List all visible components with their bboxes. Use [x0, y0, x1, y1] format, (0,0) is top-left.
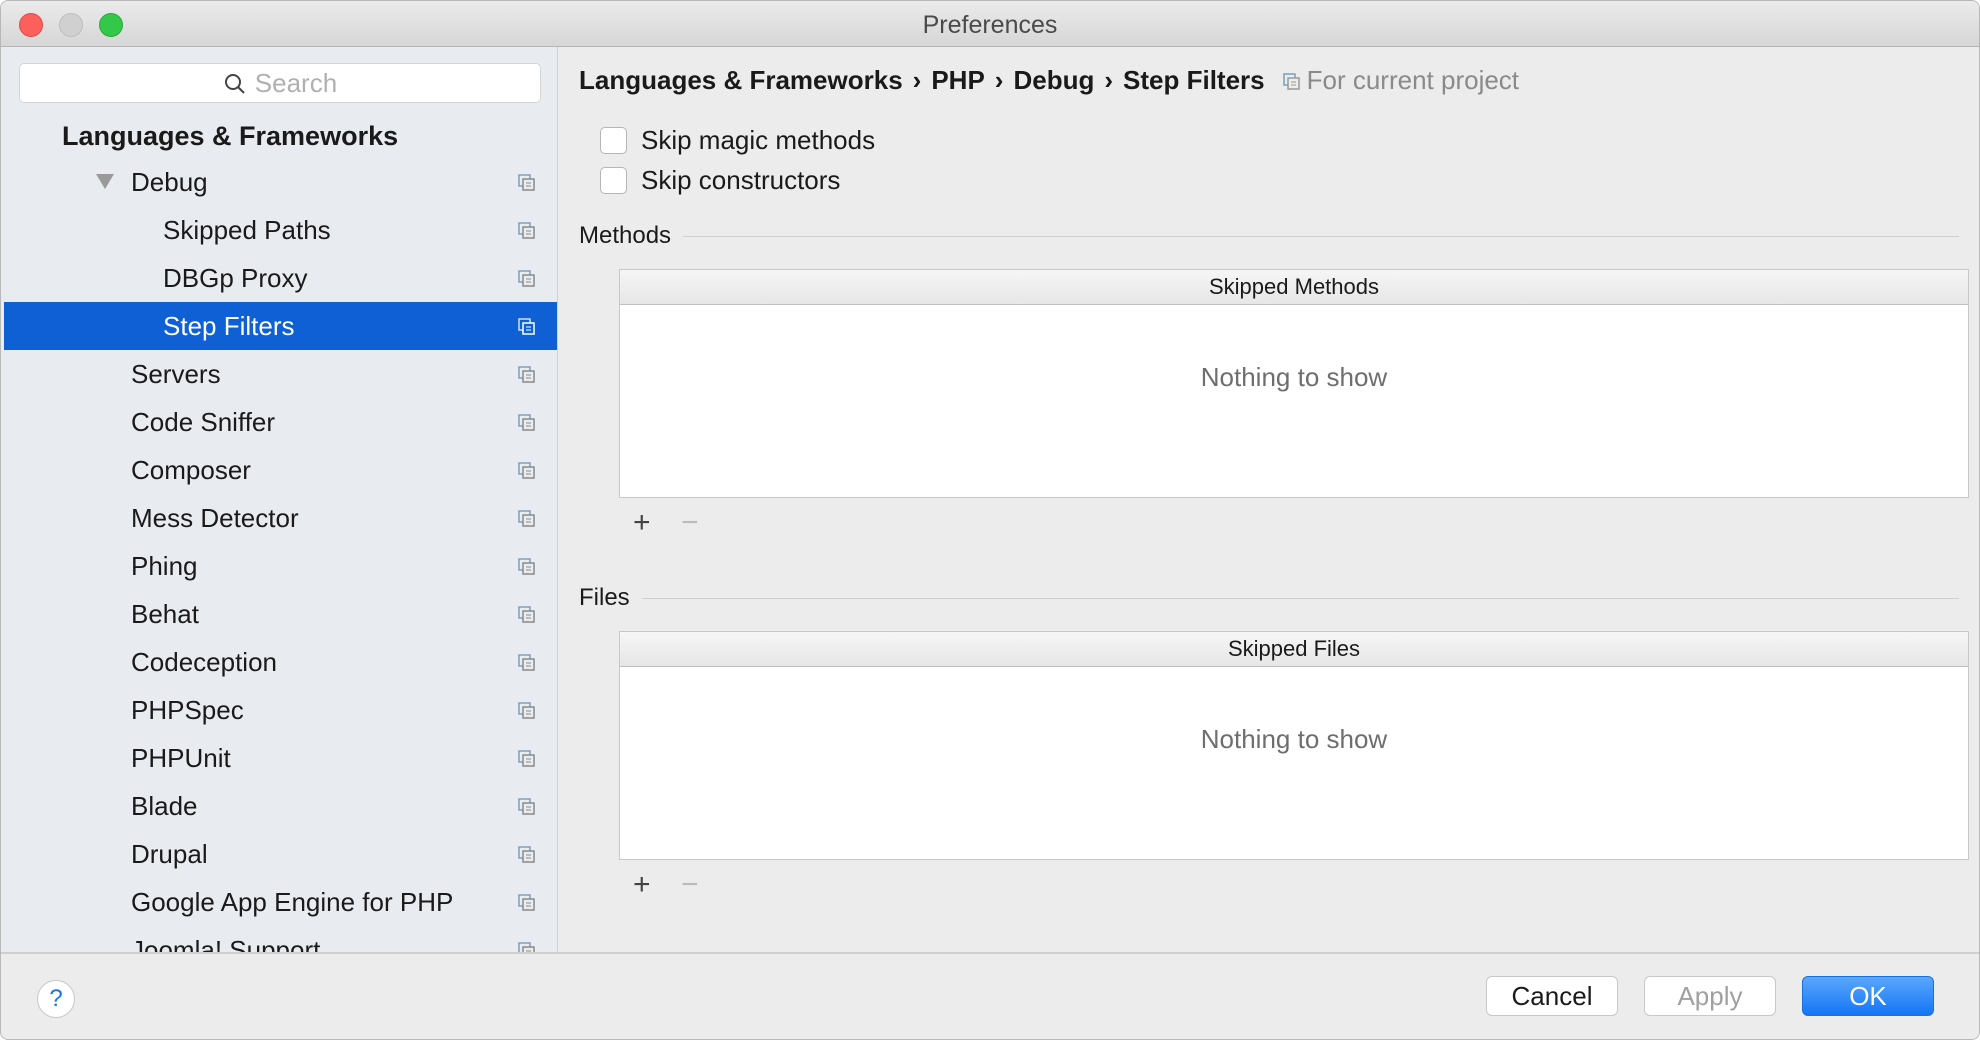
empty-text: Nothing to show — [1200, 724, 1388, 754]
expand-triangle-icon[interactable] — [96, 174, 114, 189]
ok-button[interactable]: OK — [1802, 976, 1934, 1016]
remove-method-button[interactable]: − — [681, 508, 699, 538]
checkbox-label: Skip constructors — [641, 165, 841, 195]
project-scope-icon — [518, 606, 535, 623]
add-file-button[interactable]: + — [633, 870, 651, 900]
sidebar-item-label: Drupal — [131, 839, 208, 869]
sidebar-item-label: Phing — [131, 551, 198, 581]
project-scope-icon — [518, 174, 535, 191]
sidebar-item-label: Blade — [131, 791, 198, 821]
checkbox-label: Skip magic methods — [641, 125, 876, 155]
project-scope-icon — [518, 366, 535, 383]
methods-group: Methods — [579, 222, 1959, 250]
sidebar-item-label: Skipped Paths — [163, 215, 331, 245]
skip-constructors-checkbox[interactable]: Skip constructors — [600, 165, 840, 196]
sidebar-item[interactable]: Debug — [4, 158, 557, 206]
breadcrumb-separator: › — [912, 65, 922, 95]
sidebar-item[interactable]: Step Filters — [4, 302, 557, 350]
search-placeholder: Search — [254, 68, 338, 98]
sidebar-item[interactable]: Skipped Paths — [4, 206, 557, 254]
search-input[interactable]: Search — [19, 63, 541, 103]
breadcrumb-item: Step Filters — [1123, 65, 1265, 95]
divider — [641, 597, 1959, 599]
sidebar-section-title: Languages & Frameworks — [62, 121, 399, 151]
title-bar: Preferences — [1, 1, 1979, 47]
project-scope-icon — [518, 894, 535, 911]
apply-button[interactable]: Apply — [1644, 976, 1776, 1016]
sidebar-item[interactable]: Code Sniffer — [4, 398, 557, 446]
sidebar-item-label: Codeception — [131, 647, 277, 677]
sidebar-item-label: Google App Engine for PHP — [131, 887, 454, 917]
project-scope-icon — [518, 222, 535, 239]
breadcrumb-item: Languages & Frameworks — [579, 65, 903, 95]
sidebar-item-label: DBGp Proxy — [163, 263, 308, 293]
sidebar-item-label: Joomla! Support — [131, 935, 321, 952]
column-header[interactable]: Skipped Methods — [620, 270, 1968, 305]
breadcrumb: Languages & Frameworks › PHP › Debug › Step Fi… — [579, 65, 1519, 96]
scope-label: For current project — [1306, 65, 1520, 95]
sidebar-item-label: Composer — [131, 455, 251, 485]
preferences-window: Preferences Search Languages & Framework… — [0, 0, 1980, 1040]
sidebar-item-label: Servers — [131, 359, 221, 389]
sidebar-item[interactable]: Codeception — [4, 638, 557, 686]
divider — [683, 235, 1959, 237]
project-scope-icon — [518, 270, 535, 287]
sidebar-item[interactable]: Blade — [4, 782, 557, 830]
breadcrumb-separator: › — [1104, 65, 1114, 95]
group-title: Methods — [579, 222, 672, 249]
project-scope-icon — [518, 702, 535, 719]
sidebar-item[interactable]: Google App Engine for PHP — [4, 878, 557, 926]
window-title: Preferences — [922, 11, 1058, 39]
sidebar-item-label: Mess Detector — [131, 503, 299, 533]
sidebar-item-label: Code Sniffer — [131, 407, 276, 437]
footer: ? Cancel Apply OK — [1, 952, 1979, 1039]
breadcrumb-item: Debug — [1013, 65, 1095, 95]
project-scope-icon — [518, 846, 535, 863]
group-title: Files — [579, 584, 630, 611]
add-method-button[interactable]: + — [633, 508, 651, 538]
skip-magic-methods-checkbox[interactable]: Skip magic methods — [600, 125, 875, 156]
sidebar-item-label: Debug — [131, 167, 208, 197]
breadcrumb-item: PHP — [931, 65, 985, 95]
project-scope-icon — [518, 750, 535, 767]
project-scope-icon — [518, 654, 535, 671]
sidebar-item[interactable]: Drupal — [4, 830, 557, 878]
project-scope-icon — [518, 798, 535, 815]
main-panel: Languages & Frameworks › PHP › Debug › Step Fi… — [558, 47, 1979, 952]
project-scope-icon — [518, 510, 535, 527]
sidebar-item-label: PHPSpec — [131, 695, 244, 725]
sidebar-item[interactable]: Phing — [4, 542, 557, 590]
sidebar-item-label: Step Filters — [163, 311, 295, 341]
skipped-files-table[interactable]: Skipped Files Nothing to show — [619, 631, 1969, 860]
sidebar-item[interactable]: Servers — [4, 350, 557, 398]
sidebar-item[interactable]: Joomla! Support — [4, 926, 557, 952]
sidebar-item[interactable]: Behat — [4, 590, 557, 638]
sidebar-item[interactable]: PHPSpec — [4, 686, 557, 734]
project-scope-icon — [518, 558, 535, 575]
sidebar-item[interactable]: Mess Detector — [4, 494, 557, 542]
sidebar-item-label: Behat — [131, 599, 199, 629]
files-group: Files — [579, 584, 1959, 612]
project-scope-icon — [1282, 73, 1300, 90]
sidebar-item[interactable]: Composer — [4, 446, 557, 494]
sidebar: Search Languages & Frameworks Debug Skipp… — [1, 47, 558, 952]
sidebar-item-label: PHPUnit — [131, 743, 231, 773]
empty-text: Nothing to show — [1200, 362, 1388, 392]
help-button[interactable]: ? — [37, 980, 75, 1018]
breadcrumb-separator: › — [994, 65, 1004, 95]
checkbox-box[interactable] — [600, 127, 627, 154]
sidebar-item[interactable]: PHPUnit — [4, 734, 557, 782]
project-scope-icon — [518, 414, 535, 431]
sidebar-item[interactable]: DBGp Proxy — [4, 254, 557, 302]
skipped-methods-table[interactable]: Skipped Methods Nothing to show — [619, 269, 1969, 498]
search-icon — [224, 74, 245, 94]
project-scope-icon — [518, 318, 535, 335]
checkbox-box[interactable] — [600, 167, 627, 194]
cancel-button[interactable]: Cancel — [1486, 976, 1618, 1016]
project-scope-icon — [518, 462, 535, 479]
project-scope-icon — [518, 942, 535, 952]
column-header[interactable]: Skipped Files — [620, 632, 1968, 667]
remove-file-button[interactable]: − — [681, 870, 699, 900]
